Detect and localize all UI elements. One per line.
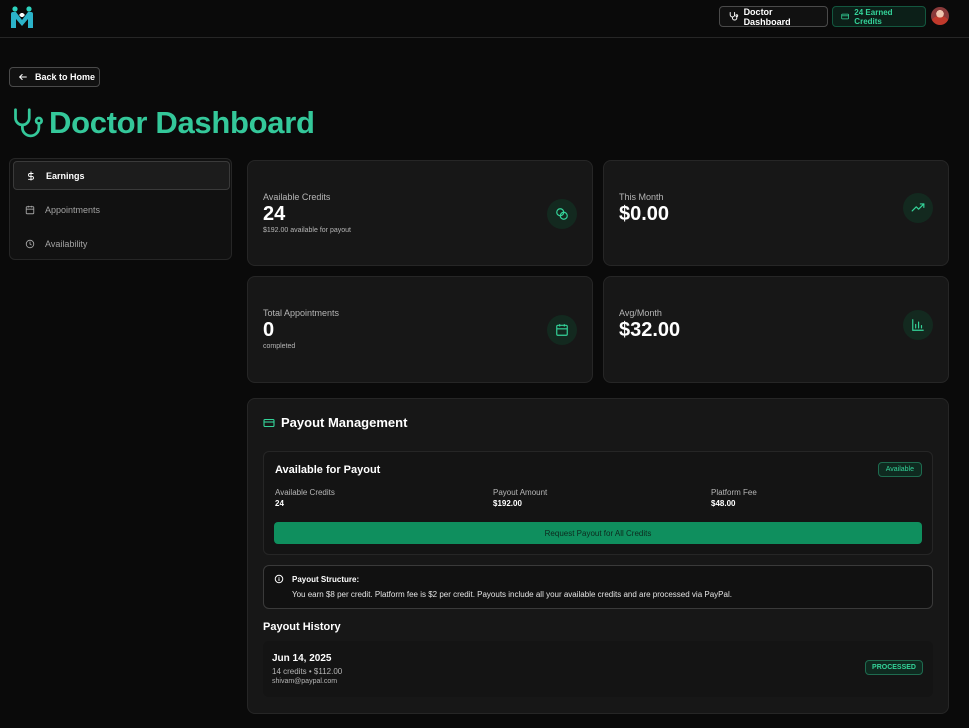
credit-card-icon [263,418,275,427]
stat-subtext: completed [263,343,296,350]
payout-structure-info: Payout Structure: You earn $8 per credit… [263,565,933,609]
stat-label: Total Appointments [263,308,340,318]
stat-card-avg-month: Avg/Month $32.00 [603,276,949,383]
payout-amount: 14 credits • $112.00 [272,667,343,676]
column-value: $192.00 [493,499,522,508]
stat-label: Available Credits [263,192,331,202]
back-to-home-button[interactable]: Back to Home [9,67,100,87]
calendar-icon [547,315,577,345]
status-badge: PROCESSED [865,660,923,675]
column-label: Platform Fee [711,488,757,497]
payout-column-amount: Payout Amount $192.00 [493,488,547,508]
sidebar: Earnings Appointments Availability [9,158,232,260]
payout-column-credits: Available Credits 24 [275,488,335,508]
sidebar-item-earnings[interactable]: Earnings [13,161,230,190]
sidebar-item-appointments[interactable]: Appointments [13,195,230,224]
sidebar-item-label: Availability [45,238,88,249]
doctor-dashboard-label: Doctor Dashboard [743,6,791,27]
arrow-left-icon [19,74,27,80]
top-navbar: Doctor Dashboard 24 Earned Credits [0,0,969,38]
stat-card-this-month: This Month $0.00 [603,160,949,266]
info-icon [274,574,284,584]
stat-subtext: $192.00 available for payout [263,227,351,234]
app-logo-icon[interactable] [10,5,34,29]
column-value: $48.00 [711,499,736,508]
payout-management-card: Payout Management Available for Payout A… [247,398,949,714]
page-title: Doctor Dashboard [10,103,315,143]
stat-value: $0.00 [619,203,670,225]
payout-email: shivam@paypal.com [272,678,338,685]
clock-icon [25,239,35,248]
payout-date: Jun 14, 2025 [272,653,332,664]
doctor-dashboard-button[interactable]: Doctor Dashboard [719,6,828,27]
earned-credits-button[interactable]: 24 Earned Credits [832,6,926,27]
coins-icon [547,199,577,229]
page-title-text: Doctor Dashboard [49,105,315,140]
list-item: Jun 14, 2025 14 credits • $112.00 shivam… [263,641,933,697]
status-badge: Available [877,462,922,477]
stat-card-total-appointments: Total Appointments 0 completed [247,276,593,383]
back-to-home-label: Back to Home [35,72,96,82]
stat-value: 0 [263,319,275,341]
column-label: Payout Amount [493,488,548,497]
sidebar-item-label: Appointments [45,204,101,215]
stat-card-available-credits: Available Credits 24 $192.00 available f… [247,160,593,266]
calendar-icon [25,205,35,214]
stat-value: 24 [263,203,286,225]
payout-management-title-text: Payout Management [281,415,408,430]
bar-chart-icon [903,310,933,340]
payout-management-title: Payout Management [263,415,407,430]
payout-history-title: Payout History [263,621,341,633]
earned-credits-label: 24 Earned Credits [854,7,893,26]
sidebar-item-availability[interactable]: Availability [13,229,230,258]
column-value: 24 [275,499,284,508]
payout-structure-description: You earn $8 per credit. Platform fee is … [292,590,732,599]
sidebar-item-label: Earnings [46,170,85,181]
available-for-payout-heading: Available for Payout [275,464,381,476]
stethoscope-icon [729,12,739,21]
user-avatar[interactable] [931,7,949,25]
stethoscope-icon [14,107,43,137]
payout-structure-title: Payout Structure: [292,575,360,584]
stat-label: This Month [619,192,664,202]
column-label: Available Credits [275,488,335,497]
dollar-icon [28,170,34,181]
stat-label: Avg/Month [619,308,662,318]
trending-up-icon [903,193,933,223]
request-payout-button[interactable]: Request Payout for All Credits [274,522,922,544]
available-for-payout-box: Available for Payout Available Available… [263,451,933,555]
credit-card-icon [841,13,849,20]
stat-value: $32.00 [619,319,681,341]
payout-column-fee: Platform Fee $48.00 [711,488,757,508]
